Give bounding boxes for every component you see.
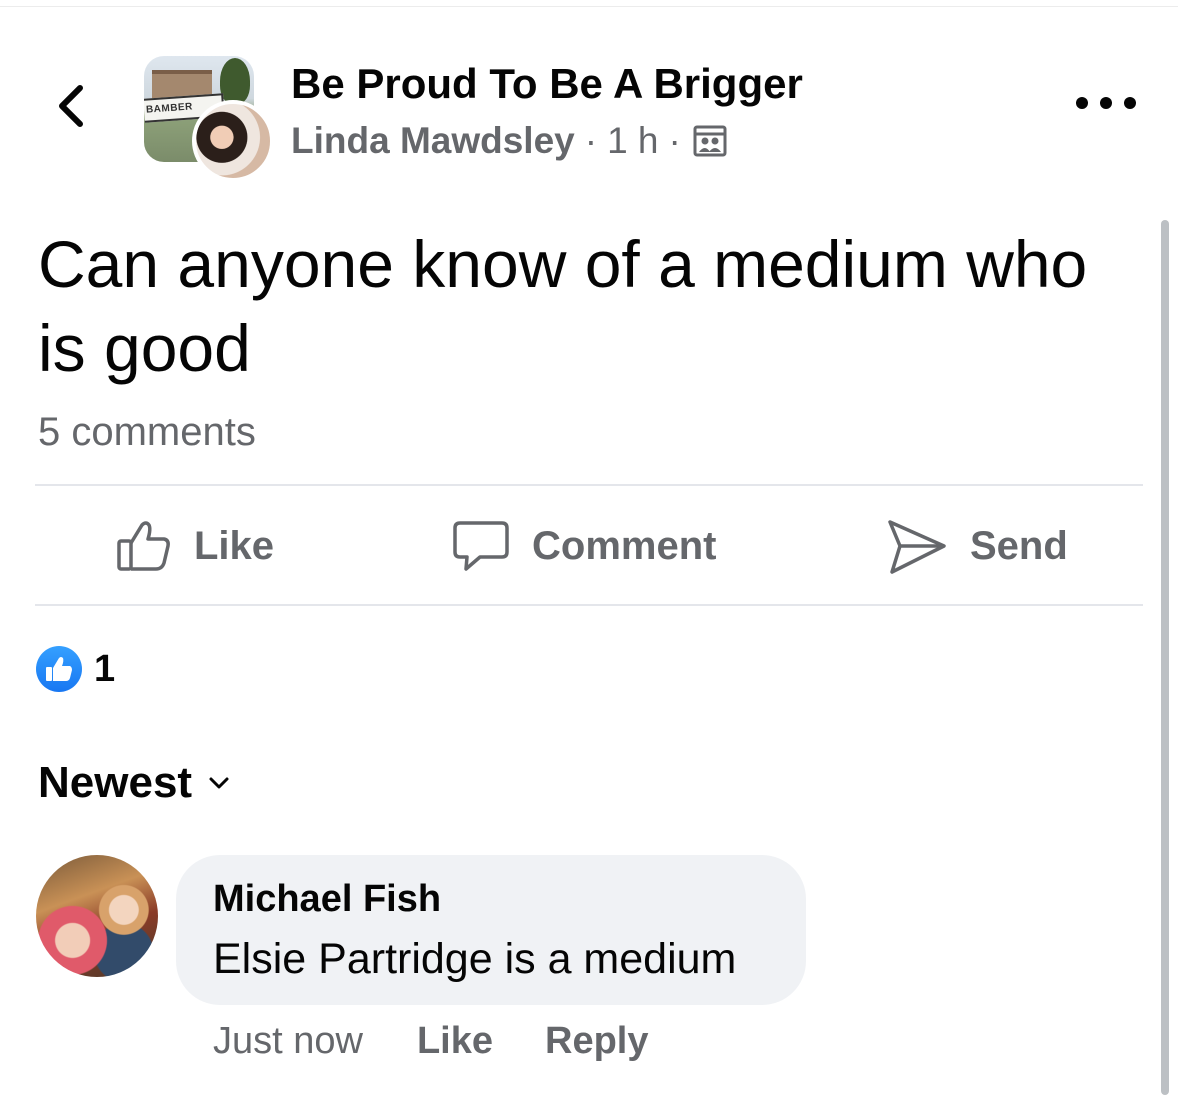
comment-actions: Just now Like Reply [213, 1020, 649, 1063]
chevron-down-icon [209, 777, 229, 789]
group-name[interactable]: Be Proud To Be A Brigger [291, 60, 803, 108]
post-meta: Linda Mawdsley · 1 h · [291, 120, 727, 162]
thumbs-up-icon [117, 521, 170, 571]
like-button[interactable]: Like [116, 510, 274, 582]
comment-reply-link[interactable]: Reply [545, 1020, 648, 1063]
post-time[interactable]: 1 h [607, 120, 658, 162]
like-reaction-icon [36, 646, 82, 692]
more-options-dot [1100, 97, 1112, 109]
group-avatar[interactable]: BAMBER [144, 56, 274, 182]
meta-separator: · [584, 120, 598, 161]
send-icon [888, 520, 946, 574]
comments-count[interactable]: 5 comments [38, 410, 256, 455]
back-button[interactable] [48, 78, 92, 134]
comment-button[interactable]: Comment [452, 510, 716, 582]
reaction-count: 1 [94, 647, 116, 690]
comment-timestamp[interactable]: Just now [213, 1020, 363, 1063]
comment-like-link[interactable]: Like [417, 1020, 493, 1063]
chevron-left-icon [59, 85, 83, 127]
thumbnail-tree [220, 58, 250, 104]
more-options-dot [1124, 97, 1136, 109]
divider [35, 484, 1143, 486]
sort-label: Newest [38, 758, 193, 807]
comment-button-label: Comment [532, 523, 717, 568]
divider [35, 604, 1143, 606]
author-avatar[interactable] [192, 100, 274, 182]
more-options-button[interactable] [1076, 90, 1136, 116]
send-button-label: Send [970, 523, 1068, 568]
top-divider [0, 6, 1178, 7]
like-button-label: Like [194, 523, 275, 568]
comment-text: Elsie Partridge is a medium [213, 935, 737, 983]
post-text: Can anyone know of a medium who is good [38, 227, 1088, 385]
post-author[interactable]: Linda Mawdsley [291, 120, 575, 162]
more-options-icon [1076, 97, 1088, 109]
comment-bubble-icon [453, 521, 509, 571]
comment-sort-dropdown[interactable]: Newest [38, 758, 230, 808]
group-members-icon [693, 125, 727, 157]
meta-separator: · [668, 120, 681, 161]
scrollbar[interactable] [1161, 220, 1169, 1095]
commenter-avatar[interactable] [36, 855, 158, 977]
reactions-summary[interactable]: 1 [36, 646, 115, 692]
send-button[interactable]: Send [886, 510, 1068, 582]
comment-author[interactable]: Michael Fish [213, 878, 441, 921]
